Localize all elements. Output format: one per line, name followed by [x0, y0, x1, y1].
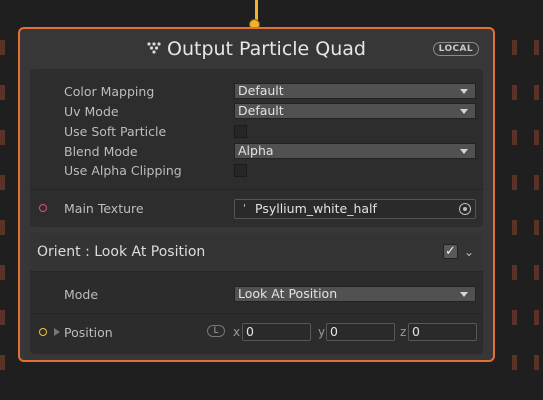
graph-edge-dash [512, 355, 517, 370]
graph-edge-dash [0, 40, 5, 55]
blend-mode-row: Blend Mode Alpha [30, 141, 483, 161]
graph-edge-dash [534, 175, 539, 190]
graph-edge-dash [0, 85, 5, 100]
color-mapping-row: Color Mapping Default [30, 81, 483, 101]
node-title-bar[interactable]: Output Particle Quad [20, 38, 493, 62]
mode-row: Mode Look At Position [30, 284, 483, 304]
space-local-badge[interactable]: LOCAL [432, 42, 479, 56]
blend-mode-label: Blend Mode [64, 144, 138, 159]
position-port[interactable] [39, 328, 47, 336]
use-soft-particle-row: Use Soft Particle [30, 121, 483, 141]
main-texture-label: Main Texture [64, 201, 144, 216]
use-soft-particle-label: Use Soft Particle [64, 124, 167, 139]
graph-edge-dash [512, 175, 517, 190]
graph-edge-dash [534, 310, 539, 325]
z-label: z [400, 325, 407, 339]
x-label: x [233, 325, 241, 339]
chevron-down-icon[interactable]: ⌄ [464, 245, 474, 259]
node-settings-panel: Color Mapping Default Uv Mode Default Us… [30, 69, 483, 227]
position-x-value: 0 [246, 324, 254, 339]
graph-edge-dash [0, 355, 5, 370]
use-alpha-clipping-checkbox[interactable] [234, 164, 247, 177]
mode-value: Look At Position [238, 286, 338, 301]
main-texture-port[interactable] [39, 204, 47, 212]
object-picker-icon[interactable] [459, 203, 471, 215]
output-particle-quad-node[interactable]: Output Particle Quad LOCAL Color Mapping… [18, 27, 495, 362]
use-alpha-clipping-label: Use Alpha Clipping [64, 163, 182, 178]
uv-mode-row: Uv Mode Default [30, 101, 483, 121]
orient-block[interactable]: Orient : Look At Position ✓ ⌄ Mode Look … [30, 233, 483, 354]
blend-mode-dropdown[interactable]: Alpha [234, 143, 476, 159]
expand-triangle-icon[interactable] [54, 328, 60, 336]
use-soft-particle-checkbox[interactable] [234, 125, 247, 138]
graph-edge-dash [534, 85, 539, 100]
orient-block-title: Orient : Look At Position [37, 244, 206, 260]
dropdown-caret-icon [460, 109, 468, 114]
graph-edge-dash [512, 265, 517, 280]
main-texture-row: Main Texture ' Psyllium_white_half [30, 198, 483, 219]
graph-edge-dash [0, 220, 5, 235]
divider [30, 313, 483, 314]
space-toggle-badge[interactable]: L [207, 325, 225, 337]
divider [30, 271, 483, 272]
main-texture-value: Psyllium_white_half [255, 201, 377, 216]
graph-edge-dash [534, 355, 539, 370]
uv-mode-label: Uv Mode [64, 104, 119, 119]
color-mapping-value: Default [238, 83, 284, 98]
dropdown-caret-icon [460, 292, 468, 297]
graph-edge-dash [0, 310, 5, 325]
block-enabled-checkbox[interactable]: ✓ [443, 244, 458, 259]
y-label: y [318, 325, 326, 339]
node-title: Output Particle Quad [167, 38, 366, 60]
color-mapping-label: Color Mapping [64, 84, 155, 99]
graph-edge-dash [512, 40, 517, 55]
position-x-input[interactable]: 0 [242, 323, 311, 341]
dropdown-caret-icon [460, 149, 468, 154]
graph-edge-dash [512, 310, 517, 325]
main-texture-field[interactable]: ' Psyllium_white_half [234, 199, 476, 219]
graph-edge-dash [534, 265, 539, 280]
graph-edge-dash [534, 220, 539, 235]
color-mapping-dropdown[interactable]: Default [234, 83, 476, 99]
use-alpha-clipping-row: Use Alpha Clipping [30, 160, 483, 180]
position-z-value: 0 [412, 324, 420, 339]
position-y-value: 0 [330, 324, 338, 339]
orient-block-header[interactable]: Orient : Look At Position ✓ ⌄ [30, 233, 483, 271]
graph-edge-dash [534, 130, 539, 145]
position-z-input[interactable]: 0 [408, 323, 477, 341]
uv-mode-value: Default [238, 103, 284, 118]
graph-edge-dash [512, 220, 517, 235]
graph-edge-dash [512, 85, 517, 100]
divider [30, 189, 483, 190]
graph-edge-dash [0, 175, 5, 190]
blend-mode-value: Alpha [238, 143, 274, 158]
graph-edge-dash [0, 130, 5, 145]
position-y-input[interactable]: 0 [326, 323, 395, 341]
texture-asset-icon: ' [243, 202, 247, 215]
graph-edge-dash [0, 265, 5, 280]
mode-dropdown[interactable]: Look At Position [234, 286, 476, 302]
graph-edge-dash [512, 130, 517, 145]
dropdown-caret-icon [460, 89, 468, 94]
uv-mode-dropdown[interactable]: Default [234, 103, 476, 119]
mode-label: Mode [64, 287, 99, 302]
graph-edge-dash [534, 40, 539, 55]
vfx-context-icon [147, 41, 161, 54]
position-row: Position L x 0 y 0 z 0 [30, 322, 483, 342]
position-label: Position [64, 325, 113, 340]
